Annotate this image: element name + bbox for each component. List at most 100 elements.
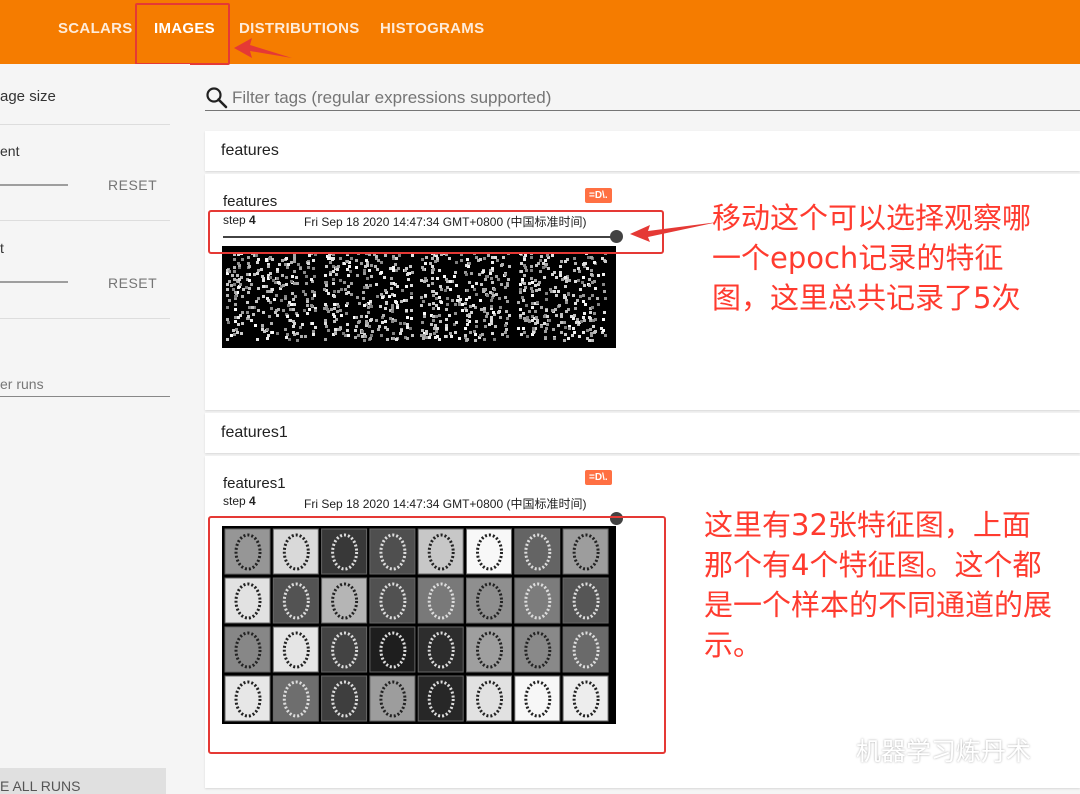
noise-pixel [470,272,473,275]
noise-pixel [560,315,563,318]
filter-tags-input[interactable]: Filter tags (regular expressions support… [232,88,551,108]
noise-pixel [311,290,314,293]
noise-pixel [493,338,496,341]
runs-filter-input[interactable]: er runs [0,376,44,392]
noise-pixel [256,261,259,264]
noise-pixel [406,326,409,329]
noise-pixel [409,327,412,330]
noise-pixel [370,305,373,308]
noise-pixel [594,287,597,290]
noise-pixel [491,261,494,264]
noise-pixel [314,326,317,329]
noise-pixel [400,329,403,332]
noise-pixel [286,266,289,269]
tab-distributions[interactable]: DISTRIBUTIONS [239,20,360,37]
noise-pixel [277,308,280,311]
noise-pixel [508,265,511,268]
noise-pixel [329,273,332,276]
noise-pixel [594,330,597,333]
noise-pixel [332,270,335,273]
brightness-slider[interactable] [0,184,68,186]
noise-pixel [385,302,388,305]
noise-pixel [493,288,496,291]
noise-pixel [349,270,352,273]
noise-pixel [431,257,434,260]
section-header-features1[interactable]: features1 [205,413,1080,453]
grid-annotation: 这里有32张特征图，上面 那个有4个特征图。这个都 是一个样本的不同通道的展 示… [704,505,1052,665]
noise-pixel [366,286,369,289]
noise-pixel [237,323,240,326]
noise-pixel [490,322,493,325]
noise-pixel [325,284,328,287]
noise-pixel [543,276,546,279]
noise-pixel [342,332,345,335]
wechat-icon [813,738,848,762]
noise-pixel [604,297,607,300]
noise-pixel [324,322,327,325]
noise-pixel [461,309,464,312]
noise-pixel [524,319,527,322]
noise-pixel [410,296,413,299]
noise-pixel [293,322,296,325]
annotation-line: 一个epoch记录的特征 [712,241,1004,275]
noise-pixel [505,310,508,313]
noise-pixel [564,326,567,329]
noise-pixel [365,320,368,323]
noise-pixel [325,265,328,268]
noise-pixel [501,263,504,266]
noise-pixel [471,285,474,288]
noise-pixel [464,327,467,330]
tab-scalars[interactable]: SCALARS [58,20,133,37]
noise-pixel [544,259,547,262]
noise-pixel [564,333,567,336]
noise-pixel [226,294,229,297]
noise-pixel [369,337,372,340]
noise-pixel [534,310,537,313]
noise-pixel [311,322,314,325]
sidebar-divider [0,220,170,221]
noise-pixel [248,306,251,309]
noise-pixel [392,255,395,258]
noise-pixel [361,335,364,338]
noise-pixel [233,270,236,273]
noise-pixel [517,301,520,304]
noise-pixel [540,255,543,258]
noise-pixel [325,281,328,284]
noise-pixel [545,327,548,330]
contrast-reset-button[interactable]: RESET [108,275,157,291]
noise-pixel [323,288,326,291]
noise-pixel [586,337,589,340]
noise-pixel [268,257,271,260]
noise-pixel [291,275,294,278]
noise-pixel [573,331,576,334]
brightness-reset-button[interactable]: RESET [108,177,157,193]
noise-pixel [394,263,397,266]
contrast-slider[interactable] [0,281,68,283]
noise-pixel [565,310,568,313]
noise-pixel [425,336,428,339]
toggle-all-runs-button[interactable]: E ALL RUNS [0,768,166,794]
noise-pixel [257,269,260,272]
noise-pixel [333,307,336,310]
noise-pixel [268,315,271,318]
noise-pixel [499,316,502,319]
noise-pixel [257,297,260,300]
section-header-features[interactable]: features [205,131,1080,171]
tab-histograms[interactable]: HISTOGRAMS [380,20,484,37]
noise-pixel [248,279,251,282]
noise-pixel [307,266,310,269]
noise-pixel [552,328,555,331]
noise-pixel [287,263,290,266]
noise-pixel [582,294,585,297]
noise-pixel [433,327,436,330]
noise-pixel [421,329,424,332]
noise-pixel [350,293,353,296]
noise-pixel [338,328,341,331]
noise-pixel [563,339,566,342]
noise-pixel [432,315,435,318]
noise-pixel [285,257,288,260]
noise-pixel [405,299,408,302]
noise-pixel [242,288,245,291]
noise-pixel [431,277,434,280]
noise-pixel [292,308,295,311]
